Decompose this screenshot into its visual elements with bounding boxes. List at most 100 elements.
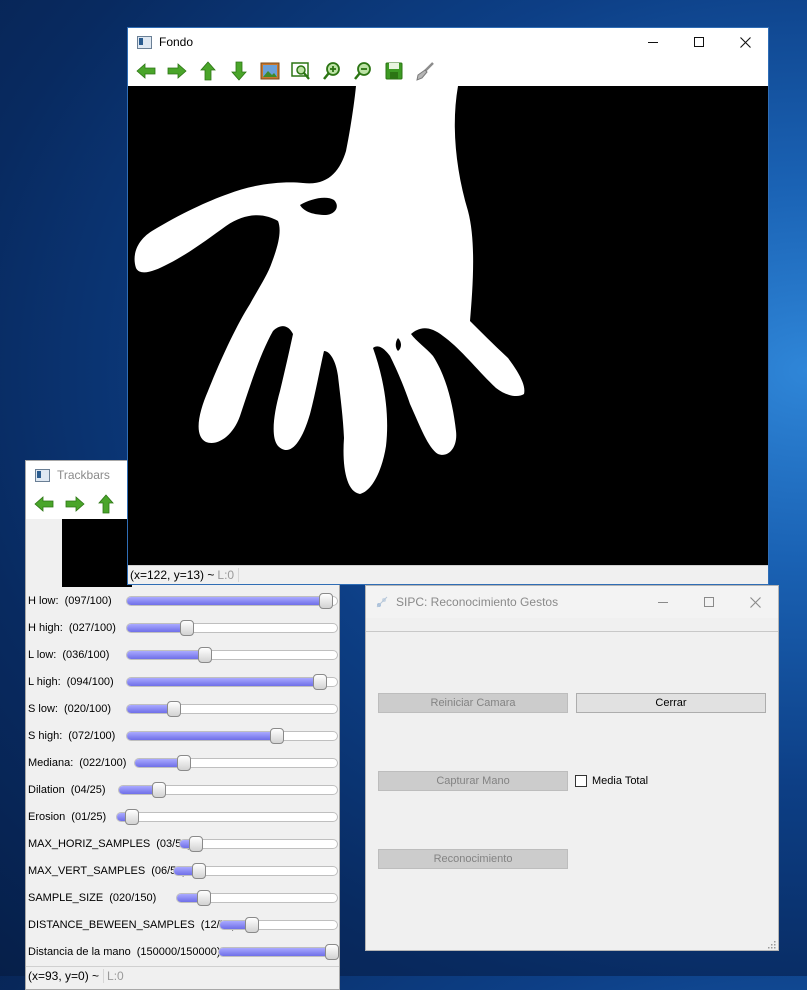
status-divider [103, 969, 105, 983]
trackbar-slider[interactable] [126, 620, 338, 636]
arrow-right-icon[interactable] [166, 60, 188, 82]
zoom-out-icon[interactable] [352, 60, 374, 82]
arrow-left-icon[interactable] [135, 60, 157, 82]
close-button[interactable] [722, 28, 768, 56]
trackbar-fill [127, 678, 325, 686]
reconocimiento-button[interactable]: Reconocimiento [378, 849, 568, 869]
trackbar-label: MAX_VERT_SAMPLES [28, 865, 146, 877]
reiniciar-camara-button[interactable]: Reiniciar Camara [378, 693, 568, 713]
trackbar-label: H low: [28, 595, 59, 607]
zoom-in-icon[interactable] [321, 60, 343, 82]
minimize-button[interactable] [640, 586, 686, 618]
trackbar-thumb[interactable] [192, 863, 207, 879]
trackbar-thumb[interactable] [151, 782, 166, 798]
trackbar-slider[interactable] [134, 755, 338, 771]
trackbar-thumb[interactable] [125, 809, 140, 825]
trackbar-slider[interactable] [126, 701, 338, 717]
media-total-checkbox[interactable] [575, 775, 587, 787]
trackbar-slider[interactable] [173, 863, 338, 879]
trackbar-slider[interactable] [116, 809, 338, 825]
trackbar-row-h-high: H high: (027/100) [26, 618, 341, 638]
trackbar-thumb[interactable] [188, 836, 203, 852]
trackbar-fill [174, 867, 194, 875]
app-icon [137, 35, 152, 49]
trackbars-status-coords: (x=93, y=0) ~ [28, 969, 100, 983]
trackbar-value: (022/100) [79, 757, 127, 769]
trackbar-fill [219, 948, 337, 956]
sipc-titlebar[interactable]: SIPC: Reconocimiento Gestos [366, 586, 778, 618]
trackbar-slider[interactable] [179, 836, 338, 852]
trackbar-thumb[interactable] [166, 701, 181, 717]
trackbar-value: (01/25) [71, 811, 107, 823]
trackbar-slider[interactable] [126, 647, 338, 663]
trackbar-thumb[interactable] [325, 944, 339, 960]
trackbars-status-l: L:0 [107, 969, 124, 983]
trackbar-label: Distancia de la mano [28, 946, 131, 958]
trackbar-fill [177, 894, 199, 902]
fondo-status-coords: (x=122, y=13) ~ [130, 568, 215, 582]
arrow-left-icon[interactable] [33, 493, 55, 515]
trackbar-row-dilation: Dilation (04/25) [26, 780, 341, 800]
fondo-status-l: L:0 [217, 568, 235, 582]
trackbar-row-distance-beween-samples: DISTANCE_BEWEEN_SAMPLES(12/50) [26, 915, 341, 935]
trackbar-row-erosion: Erosion (01/25) [26, 807, 341, 827]
sipc-title: SIPC: Reconocimiento Gestos [396, 595, 559, 609]
resize-grip-icon[interactable] [766, 938, 776, 949]
trackbar-value: (036/100) [62, 649, 110, 661]
close-button[interactable] [732, 586, 778, 618]
trackbar-label: Mediana: [28, 757, 74, 769]
trackbar-slider[interactable] [219, 917, 338, 933]
menubar-divider [366, 631, 778, 632]
trackbar-thumb[interactable] [319, 593, 334, 609]
trackbar-fill [180, 840, 190, 848]
trackbar-thumb[interactable] [196, 890, 211, 906]
zoom-fit-icon[interactable] [290, 60, 312, 82]
fondo-titlebar[interactable]: Fondo [128, 28, 768, 56]
fondo-window: Fondo (x=122, y=13) ~ L:0 [127, 27, 769, 585]
segmented-hand-image[interactable] [128, 86, 768, 566]
minimize-icon [658, 602, 668, 603]
trackbar-slider[interactable] [176, 890, 338, 906]
trackbar-thumb[interactable] [313, 674, 328, 690]
trackbar-row-max-horiz-samples: MAX_HORIZ_SAMPLES (03/50) [26, 834, 341, 854]
trackbar-fill [127, 705, 169, 713]
arrow-up-icon[interactable] [95, 493, 117, 515]
trackbar-thumb[interactable] [180, 620, 195, 636]
trackbar-value: (150000/150000) [136, 946, 221, 958]
trackbar-row-mediana: Mediana: (022/100) [26, 753, 341, 773]
trackbar-thumb[interactable] [198, 647, 213, 663]
maximize-icon [704, 597, 714, 607]
maximize-button[interactable] [686, 586, 732, 618]
trackbar-label: L high: [28, 676, 61, 688]
brush-icon[interactable] [414, 60, 436, 82]
close-icon [749, 596, 761, 608]
trackbar-slider[interactable] [126, 728, 338, 744]
trackbar-value: (097/100) [64, 595, 112, 607]
trackbar-slider[interactable] [126, 674, 338, 690]
trackbar-label: MAX_HORIZ_SAMPLES [28, 838, 151, 850]
arrow-down-icon[interactable] [228, 60, 250, 82]
media-total-label[interactable]: Media Total [592, 775, 648, 787]
arrow-up-icon[interactable] [197, 60, 219, 82]
trackbar-row-l-low: L low: (036/100) [26, 645, 341, 665]
trackbar-fill [127, 651, 203, 659]
trackbar-thumb[interactable] [176, 755, 191, 771]
trackbar-thumb[interactable] [269, 728, 284, 744]
minimize-button[interactable] [630, 28, 676, 56]
image-icon[interactable] [259, 60, 281, 82]
trackbar-row-s-high: S high: (072/100) [26, 726, 341, 746]
capturar-mano-button[interactable]: Capturar Mano [378, 771, 568, 791]
qt-app-icon [375, 595, 389, 609]
arrow-right-icon[interactable] [64, 493, 86, 515]
trackbar-fill [127, 732, 279, 740]
trackbar-slider[interactable] [126, 593, 338, 609]
trackbar-value: (094/100) [66, 676, 114, 688]
fondo-statusbar: (x=122, y=13) ~ L:0 [128, 565, 768, 584]
trackbar-thumb[interactable] [245, 917, 260, 933]
trackbar-row-sample-size: SAMPLE_SIZE (020/150) [26, 888, 341, 908]
trackbar-slider[interactable] [118, 782, 338, 798]
save-icon[interactable] [383, 60, 405, 82]
cerrar-button[interactable]: Cerrar [576, 693, 766, 713]
maximize-button[interactable] [676, 28, 722, 56]
trackbar-slider[interactable] [218, 944, 339, 960]
